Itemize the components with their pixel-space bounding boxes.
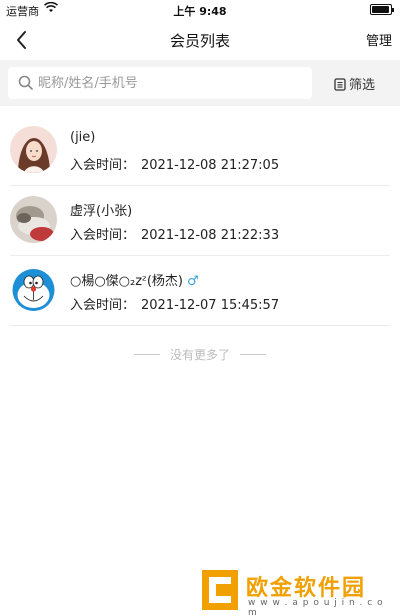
male-icon: ♂: [186, 274, 199, 289]
join-time-value: 2021-12-08 21:27:05: [141, 158, 280, 173]
back-button[interactable]: [10, 26, 34, 54]
member-row[interactable]: ○楊○傑○₂zᶻ(杨杰) ♂ 入会时间： 2021-12-07 15:45:57: [10, 256, 390, 326]
page-title: 会员列表: [169, 32, 230, 50]
filter-button[interactable]: 筛选: [334, 74, 375, 95]
watermark-url: w w w . a p o u j i n . c o m: [248, 598, 384, 616]
join-time-value: 2021-12-07 15:45:57: [141, 298, 280, 313]
join-time-label: 入会时间：: [70, 158, 136, 173]
member-name-text: (jie): [70, 130, 96, 145]
member-row[interactable]: (jie) 入会时间： 2021-12-08 21:27:05: [10, 116, 390, 186]
avatar: [10, 196, 57, 243]
clock: 上午 9:48: [173, 5, 227, 18]
join-time: 入会时间： 2021-12-08 21:27:05: [70, 154, 279, 173]
join-time-label: 入会时间：: [70, 298, 136, 313]
member-name: (jie): [70, 130, 95, 145]
watermark: 欧金软件园 w w w . a p o u j i n . c o m: [200, 568, 396, 616]
join-time-value: 2021-12-08 21:22:33: [141, 228, 280, 243]
avatar: [10, 126, 57, 173]
member-name: 虚浮(小张): [70, 200, 132, 219]
watermark-logo-icon: [202, 570, 238, 610]
member-name: ○楊○傑○₂zᶻ(杨杰) ♂: [70, 270, 199, 289]
search-box[interactable]: [8, 67, 312, 99]
battery-icon: [370, 4, 394, 15]
filter-label: 筛选: [349, 78, 376, 93]
member-row[interactable]: 虚浮(小张) 入会时间： 2021-12-08 21:22:33: [10, 186, 390, 256]
search-bar: 筛选: [0, 60, 400, 106]
avatar: [10, 266, 57, 313]
join-time: 入会时间： 2021-12-07 15:45:57: [70, 294, 279, 313]
manage-button[interactable]: 管理: [366, 30, 392, 49]
member-list: (jie) 入会时间： 2021-12-08 21:27:05 虚浮(小张) 入会…: [0, 116, 400, 326]
end-of-list-text: 没有更多了: [169, 348, 230, 362]
nav-bar: 会员列表 管理: [0, 20, 400, 60]
member-name-text: ○楊○傑○₂zᶻ(杨杰): [70, 274, 183, 289]
status-bar: 运营商 上午 9:48: [0, 0, 400, 20]
search-icon: [18, 75, 33, 94]
end-of-list-note: 没有更多了: [0, 346, 400, 363]
divider: [133, 354, 160, 355]
search-input[interactable]: [38, 73, 304, 93]
filter-icon: [334, 78, 346, 95]
join-time: 入会时间： 2021-12-08 21:22:33: [70, 224, 279, 243]
chevron-left-icon: [17, 31, 26, 49]
member-name-text: 虚浮(小张): [70, 204, 133, 219]
join-time-label: 入会时间：: [70, 228, 136, 243]
divider: [240, 354, 266, 355]
